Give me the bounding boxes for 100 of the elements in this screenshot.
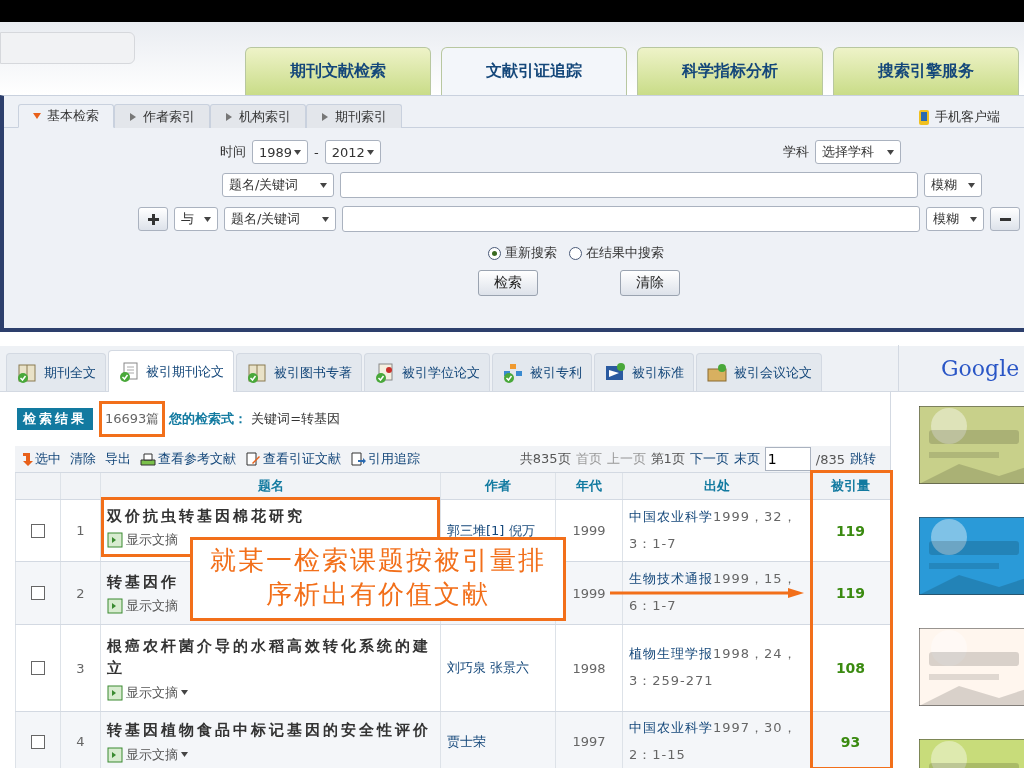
mobile-client-link[interactable]: 手机客户端 [935,108,1000,126]
blocks-icon [502,362,524,383]
add-button[interactable] [138,207,168,231]
row-checkbox[interactable] [31,734,45,749]
year-text: 1999 [572,585,606,601]
toolbar-link[interactable]: 查看引证文献 [245,450,341,468]
year-text: 1998 [572,660,606,676]
caret-icon [968,182,975,188]
field-select[interactable]: 题名/关键词 [224,207,336,231]
minus-icon [999,217,1011,221]
caret-icon [366,149,374,155]
triangle-right-icon [225,112,233,121]
search-tab[interactable]: 基本检索 [18,104,114,128]
column-header: 题名 [100,473,440,499]
article-title[interactable]: 双价抗虫转基因棉花研究 [107,504,305,528]
page-count: /835 [815,451,845,467]
result-tab[interactable]: 被引学位论文 [364,353,490,391]
last-page-link[interactable]: 末页 [733,450,760,468]
article-title[interactable]: 根癌农杆菌介导的水稻高效转化系统的建立 [107,634,440,680]
query-text: 关键词=转基因 [251,410,341,428]
year-to-select[interactable]: 2012 [324,140,381,164]
toolbar-link[interactable]: 选中 [21,450,61,468]
abstract-icon [107,532,123,549]
result-tab[interactable]: 期刊全文 [6,353,106,391]
match-select[interactable]: 模糊 [924,173,982,197]
row-checkbox[interactable] [31,523,45,538]
triangle-down-icon [33,112,41,120]
article-title[interactable]: 转基因植物食品中标记基因的安全性评价 [107,719,431,742]
search-tab[interactable]: 机构索引 [210,104,306,128]
callout-text: 就某一检索课题按被引量排序析出有价值文献 [190,537,566,621]
toolbar-link[interactable]: 引用追踪 [350,450,420,468]
year-text: 1997 [572,734,606,749]
field-select[interactable]: 题名/关键词 [222,173,334,197]
row-number: 1 [76,523,85,538]
caret-icon [320,182,327,188]
folder-icon [706,362,728,383]
triangle-right-icon [129,112,137,121]
remove-button[interactable] [990,207,1020,231]
show-abstract-link[interactable]: 显示文摘 [107,597,178,616]
nav-tab[interactable]: 科学指标分析 [637,47,823,95]
author-link[interactable]: 刘巧泉 张景六 [447,659,530,677]
toolbar-link[interactable]: 查看参考文献 [140,450,236,468]
page-input[interactable]: 1 [764,447,811,471]
next-page-link[interactable]: 下一页 [689,450,729,468]
scope-radio[interactable]: 重新搜索 [488,244,557,262]
toolbar-link[interactable]: 清除 [70,450,96,468]
subject-select[interactable]: 选择学科 [814,140,901,164]
citation-count: 108 [835,660,866,676]
nav-tab[interactable]: 期刊文献检索 [245,47,431,95]
author-link[interactable]: 郭三堆[1] 倪万 [447,521,535,540]
caret-icon [294,149,301,155]
row-checkbox[interactable] [31,586,45,600]
citation-count: 93 [840,733,861,750]
google-logo[interactable]: Google [898,345,1024,391]
nav-tab[interactable]: 搜索引擎服务 [833,47,1019,95]
article-title[interactable]: 转基因作 [107,570,179,594]
caret-icon [181,690,188,695]
scope-radio[interactable]: 在结果中搜索 [569,244,664,262]
result-count: 16693篇 [105,410,160,428]
result-tab[interactable]: 被引会议论文 [696,353,822,391]
search-tab[interactable]: 期刊索引 [306,104,402,128]
result-tab[interactable]: 被引标准 [594,353,694,391]
toolbar-link[interactable]: 导出 [105,450,131,468]
triangle-right-icon [321,112,329,121]
source-text: 中国农业科学1999，32， [629,508,797,526]
logic-select[interactable]: 与 [174,207,218,231]
results-label: 检索结果 [17,408,93,430]
source-text: 3：259-271 [629,673,715,690]
show-abstract-link[interactable]: 显示文摘 [107,531,178,550]
plus-icon [147,213,159,225]
source-text: 植物生理学报1998，24， [629,646,797,663]
row-checkbox[interactable] [31,661,45,675]
phone-icon [919,109,929,125]
certificate-icon [374,362,396,383]
nav-tab[interactable]: 文献引证追踪 [441,47,627,95]
show-abstract-link[interactable]: 显示文摘 [107,745,188,764]
subject-label: 学科 [782,143,809,161]
keyword-input[interactable] [340,172,918,198]
year-from-select[interactable]: 1989 [252,140,308,164]
result-tab[interactable]: 被引期刊论文 [108,350,234,392]
search-button[interactable]: 检索 [478,270,538,296]
clear-button[interactable]: 清除 [620,270,680,296]
book-icon [16,362,38,383]
standard-icon [604,362,626,383]
show-abstract-link[interactable]: 显示文摘 [107,683,188,702]
page-total: 共835页 [519,450,571,468]
source-text: 生物技术通报1999，15， [629,571,797,588]
result-tab[interactable]: 被引专利 [492,353,592,391]
source-text: 6：1-7 [629,598,678,615]
document-icon [118,361,140,382]
row-number: 4 [76,734,85,749]
search-tab[interactable]: 作者索引 [114,104,210,128]
match-select[interactable]: 模糊 [926,207,984,231]
query-label: 您的检索式： [169,410,248,428]
keyword-input[interactable] [342,206,920,232]
go-link[interactable]: 跳转 [850,450,876,468]
result-tab[interactable]: 被引图书专著 [236,353,362,391]
caret-icon [204,216,211,222]
caret-icon [181,752,188,758]
author-link[interactable]: 贾士荣 [447,732,486,751]
